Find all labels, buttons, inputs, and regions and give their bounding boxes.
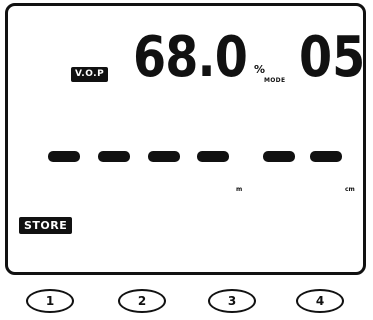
button-1[interactable]: 1 bbox=[26, 289, 74, 313]
button-4[interactable]: 4 bbox=[296, 289, 344, 313]
dash-segment bbox=[263, 151, 295, 162]
dash-segment bbox=[98, 151, 130, 162]
unit-cm-label: cm bbox=[345, 186, 355, 193]
lcd-display: V.O.P 68.0 % MODE 05 m cm STORE bbox=[5, 3, 366, 275]
vop-unit: % bbox=[254, 63, 266, 76]
button-4-label: 4 bbox=[315, 294, 325, 308]
button-3-label: 3 bbox=[227, 294, 237, 308]
button-2[interactable]: 2 bbox=[118, 289, 166, 313]
vop-badge: V.O.P bbox=[71, 67, 109, 82]
mode-value: 05 bbox=[299, 25, 366, 90]
dash-segment bbox=[310, 151, 342, 162]
dash-segment bbox=[48, 151, 80, 162]
button-2-label: 2 bbox=[137, 294, 147, 308]
store-badge: STORE bbox=[19, 217, 73, 234]
dash-segment bbox=[148, 151, 180, 162]
button-3[interactable]: 3 bbox=[208, 289, 256, 313]
mode-label: MODE bbox=[264, 77, 286, 84]
unit-m-label: m bbox=[236, 186, 243, 193]
button-1-label: 1 bbox=[45, 294, 55, 308]
dash-segment bbox=[197, 151, 229, 162]
vop-value: 68.0 bbox=[133, 25, 248, 90]
